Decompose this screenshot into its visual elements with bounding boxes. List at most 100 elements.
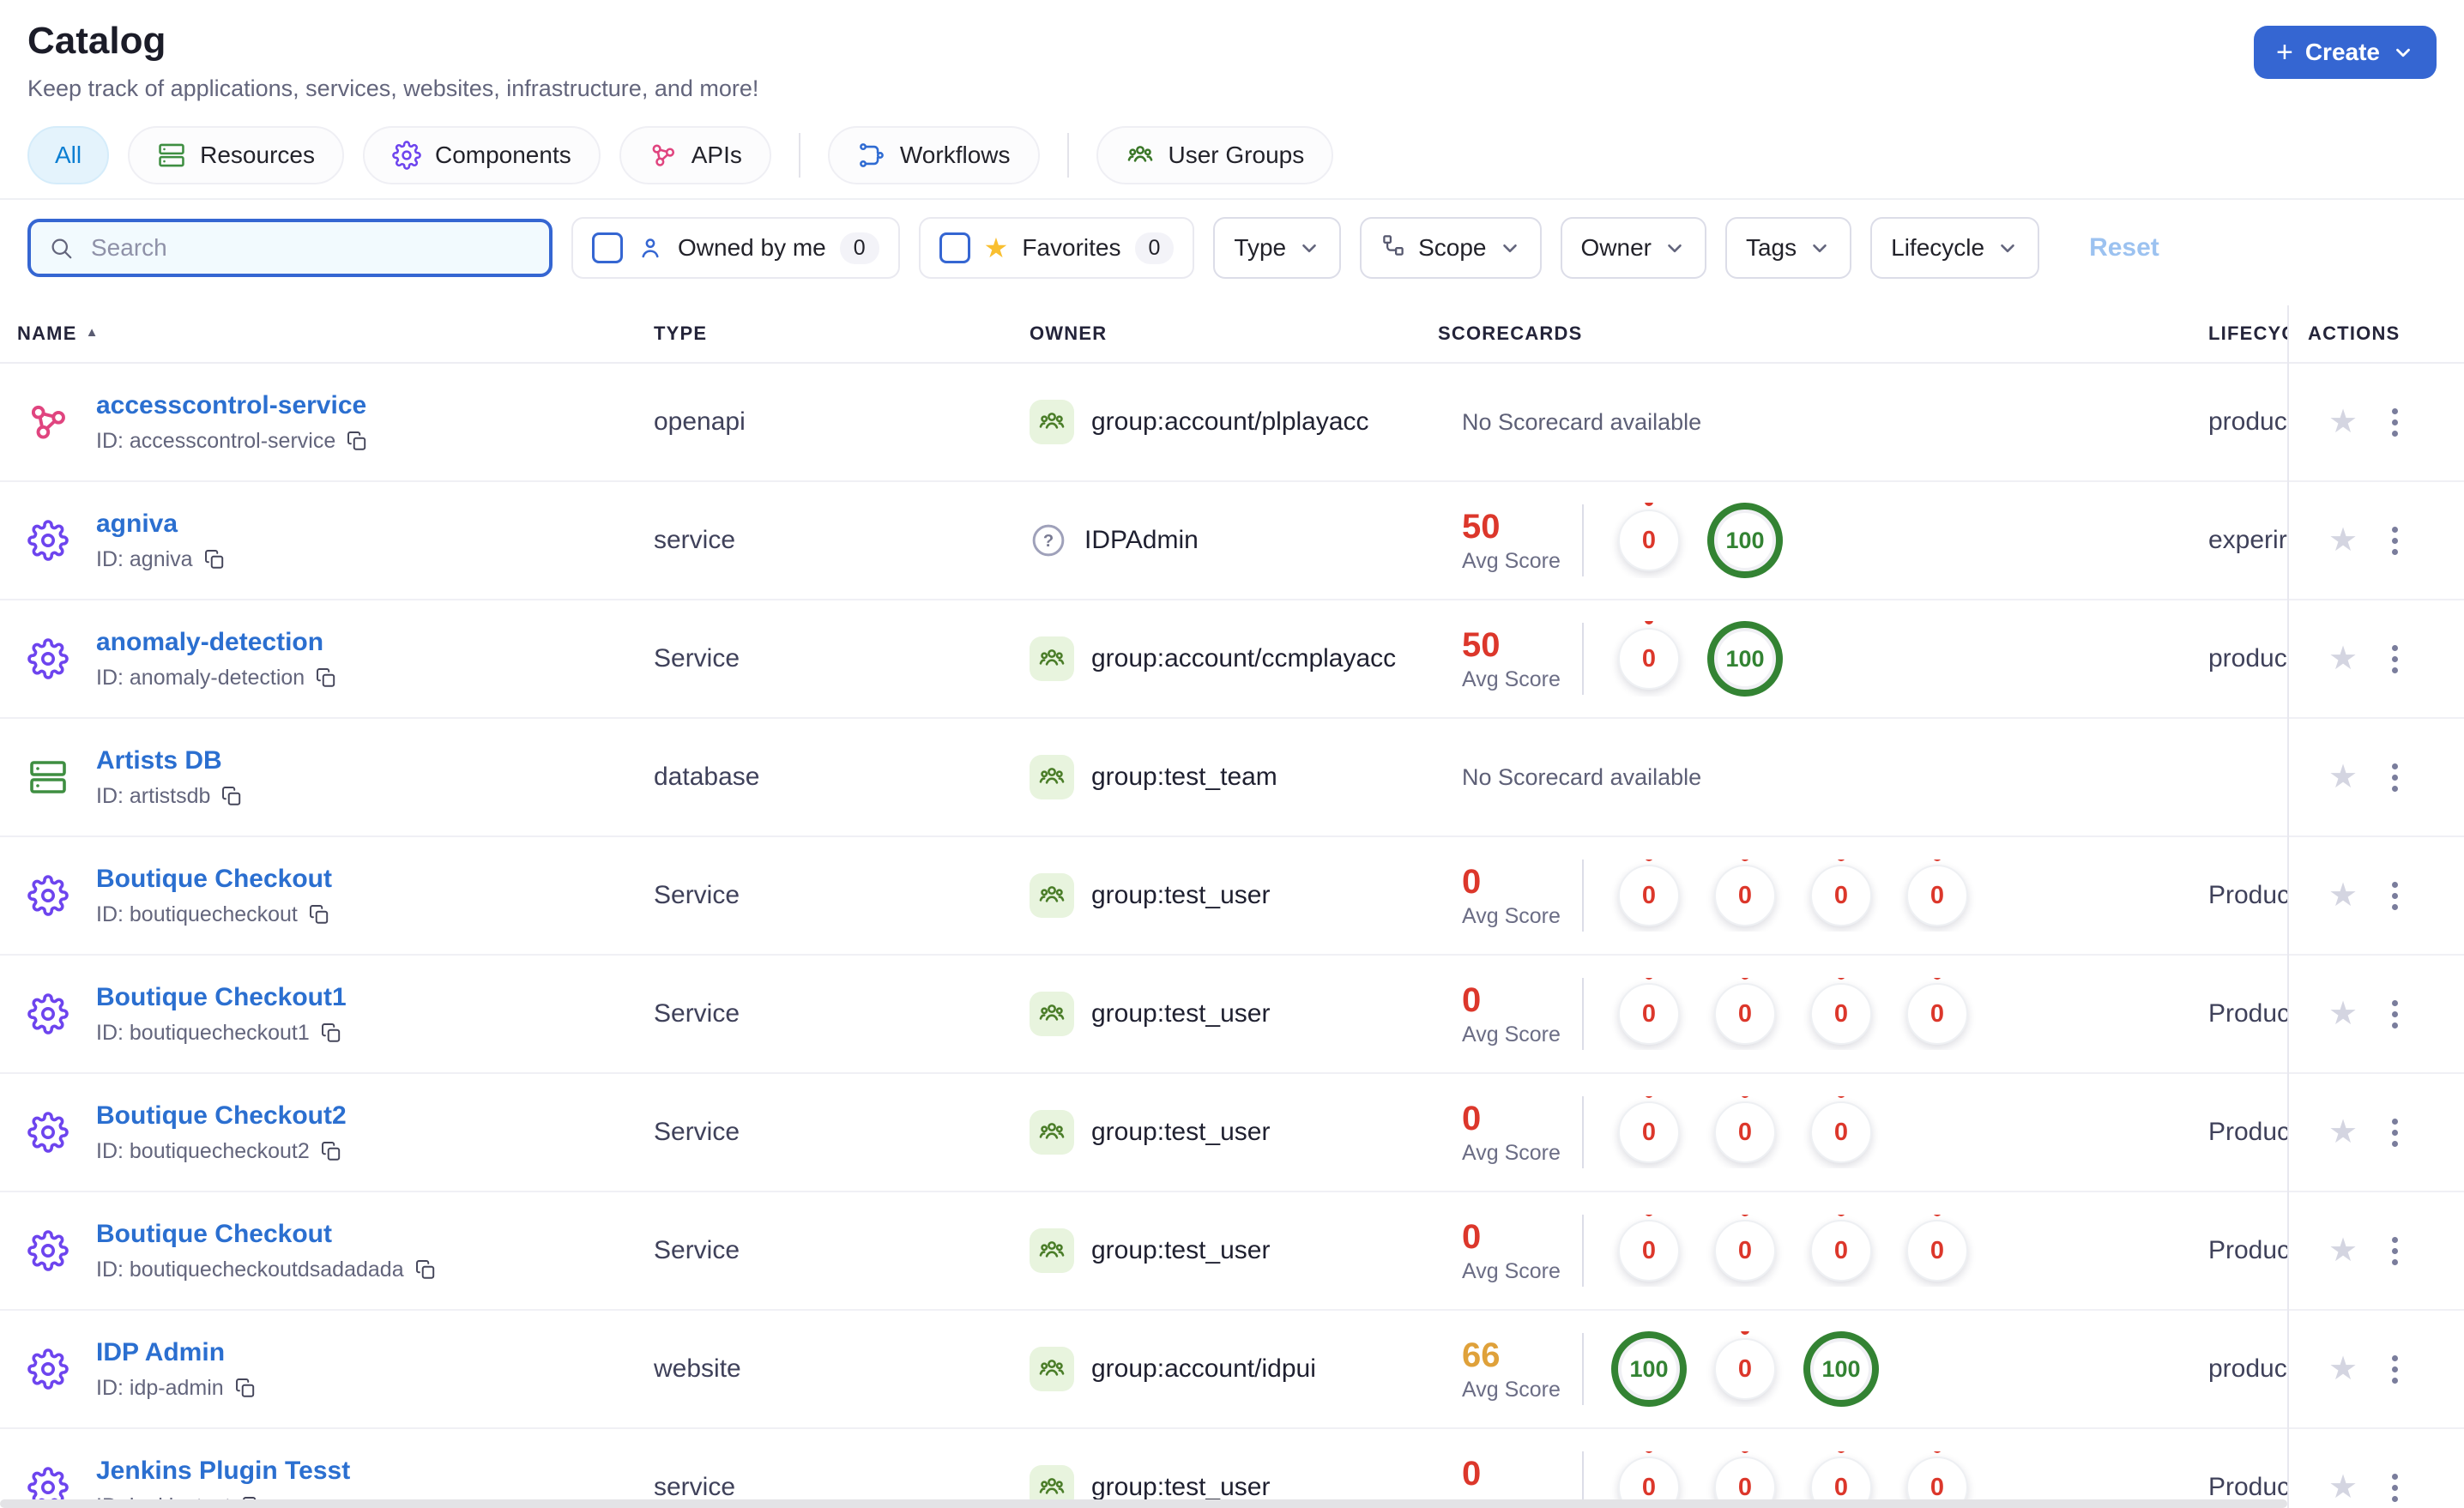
scorecard-score-circle[interactable]: 100	[1707, 621, 1783, 697]
copy-icon[interactable]	[320, 1022, 342, 1044]
favorite-star-icon[interactable]: ★	[2328, 879, 2358, 912]
search-input[interactable]	[88, 232, 532, 263]
favorites-checkbox[interactable]	[939, 232, 970, 263]
horizontal-scrollbar[interactable]	[0, 1499, 2287, 1508]
group-icon	[1030, 873, 1074, 918]
gear-icon	[26, 993, 70, 1034]
kebab-menu-icon[interactable]	[2389, 1115, 2401, 1150]
tab-apis[interactable]: APIs	[619, 126, 771, 184]
score-divider	[1582, 1333, 1584, 1405]
copy-icon[interactable]	[320, 1140, 342, 1162]
tags-dropdown[interactable]: Tags	[1724, 217, 1852, 279]
type-dropdown[interactable]: Type	[1213, 217, 1342, 279]
catalog-page: Catalog Keep track of applications, serv…	[0, 0, 2464, 1508]
favorite-star-icon[interactable]: ★	[2328, 1353, 2358, 1385]
sort-ascending-icon: ▲	[85, 325, 100, 340]
favorite-star-icon[interactable]: ★	[2328, 524, 2358, 557]
copy-icon[interactable]	[203, 548, 226, 570]
owned-by-me-filter[interactable]: Owned by me 0	[571, 217, 900, 279]
entity-name-link[interactable]: Boutique Checkout1	[96, 983, 347, 1012]
column-header-name[interactable]: NAME ▲	[0, 323, 631, 345]
scorecard-score-circle[interactable]: 0	[1810, 1096, 1872, 1163]
scorecard-score-circle[interactable]: 100	[1611, 1331, 1687, 1407]
create-button[interactable]: + Create	[2253, 26, 2437, 79]
scorecard-score-circle[interactable]: 0	[1810, 978, 1872, 1045]
favorite-star-icon[interactable]: ★	[2328, 998, 2358, 1030]
kebab-menu-icon[interactable]	[2389, 523, 2401, 558]
kebab-menu-icon[interactable]	[2389, 642, 2401, 677]
owner-name: group:test_user	[1091, 1236, 1271, 1264]
actions-cell: ★	[2287, 405, 2464, 440]
scorecard-score-circle[interactable]: 0	[1714, 1331, 1776, 1400]
scorecard-score-circle[interactable]: 0	[1906, 978, 1968, 1045]
column-header-owner[interactable]: OWNER	[1030, 323, 1434, 345]
scope-dropdown[interactable]: Scope	[1360, 217, 1542, 279]
entity-name-link[interactable]: Boutique Checkout	[96, 1220, 437, 1249]
tab-resources[interactable]: Resources	[128, 126, 344, 184]
entity-name-link[interactable]: accesscontrol-service	[96, 391, 368, 420]
scorecard-score-circle[interactable]: 0	[1618, 621, 1680, 690]
favorite-star-icon[interactable]: ★	[2328, 642, 2358, 675]
scorecard-score-circle[interactable]: 0	[1618, 978, 1680, 1045]
copy-icon[interactable]	[315, 667, 337, 689]
scorecard-score-circle[interactable]: 0	[1618, 503, 1680, 571]
scorecard-score-circle[interactable]: 0	[1618, 1215, 1680, 1282]
owner-dropdown[interactable]: Owner	[1560, 217, 1706, 279]
lifecycle-dropdown[interactable]: Lifecycle	[1870, 217, 2040, 279]
copy-icon[interactable]	[220, 785, 243, 807]
scorecard-score-circle[interactable]: 0	[1714, 860, 1776, 926]
favorites-filter[interactable]: ★ Favorites 0	[918, 217, 1195, 279]
search-box[interactable]	[27, 219, 553, 277]
kebab-menu-icon[interactable]	[2389, 1352, 2401, 1387]
column-header-scorecards[interactable]: SCORECARDS	[1434, 323, 2208, 345]
actions-column-divider	[2287, 305, 2289, 1508]
scorecard-score-circle[interactable]: 0	[1906, 1215, 1968, 1282]
scorecard-score-circle[interactable]: 0	[1810, 860, 1872, 926]
copy-icon[interactable]	[346, 430, 368, 452]
favorite-star-icon[interactable]: ★	[2328, 761, 2358, 793]
table-row: Boutique Checkout1 ID: boutiquecheckout1 S…	[0, 956, 2464, 1074]
scorecard-score-circle[interactable]: 0	[1714, 1096, 1776, 1163]
scorecard-score-circle[interactable]: 100	[1803, 1331, 1879, 1407]
favorite-star-icon[interactable]: ★	[2328, 406, 2358, 438]
tab-workflows[interactable]: Workflows	[827, 126, 1040, 184]
tab-user-groups[interactable]: User Groups	[1096, 126, 1334, 184]
favorite-star-icon[interactable]: ★	[2328, 1116, 2358, 1149]
entity-name-link[interactable]: IDP Admin	[96, 1338, 257, 1367]
kebab-menu-icon[interactable]	[2389, 405, 2401, 440]
favorite-star-icon[interactable]: ★	[2328, 1471, 2358, 1504]
owner-cell: group:test_user	[1030, 992, 1434, 1036]
no-scorecard-text: No Scorecard available	[1462, 408, 1702, 435]
reset-filters-button[interactable]: Reset	[2089, 233, 2159, 262]
entity-name-link[interactable]: Boutique Checkout2	[96, 1101, 347, 1131]
scorecard-slot: 0	[1601, 503, 1697, 578]
kebab-menu-icon[interactable]	[2389, 878, 2401, 914]
kebab-menu-icon[interactable]	[2389, 760, 2401, 795]
entity-name-link[interactable]: Artists DB	[96, 746, 243, 775]
scorecard-score-circle[interactable]: 0	[1618, 1096, 1680, 1163]
tab-components[interactable]: Components	[362, 126, 601, 184]
copy-icon[interactable]	[234, 1377, 257, 1399]
scorecard-score-circle[interactable]: 0	[1618, 860, 1680, 926]
owned-by-me-checkbox[interactable]	[592, 232, 623, 263]
scorecard-score-circle[interactable]: 0	[1714, 978, 1776, 1045]
scorecard-slot: 0	[1793, 1096, 1889, 1163]
copy-icon[interactable]	[308, 903, 330, 926]
scorecard-score-circle[interactable]: 100	[1707, 503, 1783, 578]
favorite-star-icon[interactable]: ★	[2328, 1234, 2358, 1267]
entity-name-link[interactable]: anomaly-detection	[96, 628, 337, 657]
scorecard-score-circle[interactable]: 0	[1810, 1215, 1872, 1282]
entity-name-link[interactable]: Boutique Checkout	[96, 865, 332, 894]
kebab-menu-icon[interactable]	[2389, 997, 2401, 1032]
copy-icon[interactable]	[414, 1258, 437, 1281]
lifecycle-cell: produc	[2208, 644, 2287, 673]
kebab-menu-icon[interactable]	[2389, 1234, 2401, 1269]
entity-name-link[interactable]: Jenkins Plugin Tesst	[96, 1457, 350, 1486]
tab-all[interactable]: All	[27, 126, 110, 184]
kebab-menu-icon[interactable]	[2389, 1470, 2401, 1505]
entity-name-link[interactable]: agniva	[96, 510, 226, 539]
column-header-lifecycle[interactable]: LIFECYCLE	[2208, 323, 2287, 345]
column-header-type[interactable]: TYPE	[631, 323, 1030, 345]
scorecard-score-circle[interactable]: 0	[1714, 1215, 1776, 1282]
scorecard-score-circle[interactable]: 0	[1906, 860, 1968, 926]
